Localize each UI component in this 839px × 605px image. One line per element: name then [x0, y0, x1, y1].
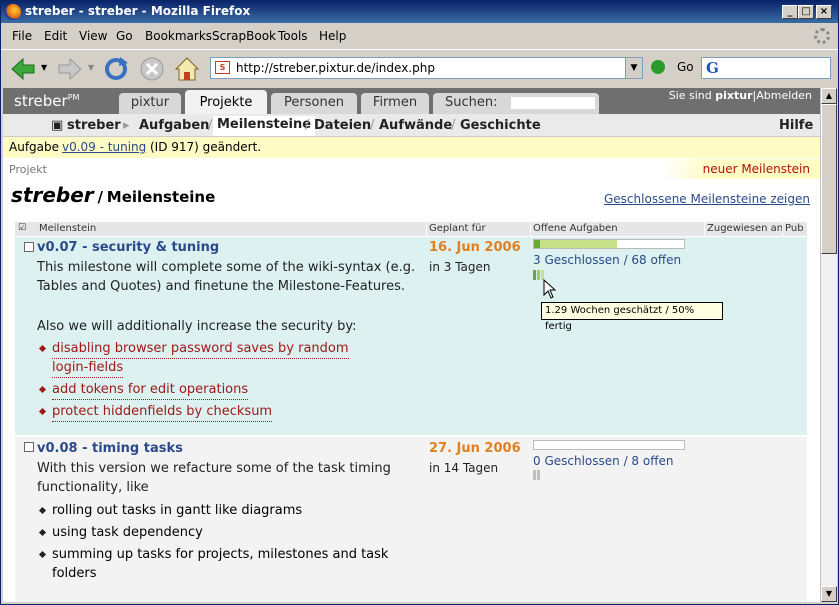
progress-bar — [533, 440, 685, 450]
back-arrow-icon[interactable] — [9, 55, 37, 83]
page-title: streber / Meilensteine — [11, 183, 216, 207]
wiki-link[interactable]: login-fields — [52, 358, 124, 378]
window-title: streber - streber - Mozilla Firefox — [25, 4, 251, 18]
notice-bar: Aufgabe v0.09 - tuning (ID 917) geändert… — [3, 137, 820, 158]
menu-scrapbook[interactable]: ScrapBook — [212, 29, 276, 43]
go-arrow-icon — [651, 60, 665, 74]
wiki-link[interactable]: add tokens for edit operations — [52, 380, 249, 400]
google-icon: G — [706, 59, 719, 77]
nav-aufwaende[interactable]: Aufwände — [379, 118, 452, 133]
scrollbar-thumb[interactable] — [821, 104, 837, 254]
page-content: streberPM pixtur Projekte Personen Firme… — [3, 88, 820, 602]
progress-done — [534, 240, 540, 248]
search-engine-field[interactable]: G — [701, 57, 831, 79]
milestone-title[interactable]: v0.07 - security & tuning — [37, 240, 219, 255]
help-link[interactable]: Hilfe — [779, 118, 813, 133]
app-header: streberPM pixtur Projekte Personen Firme… — [3, 88, 820, 114]
url-field[interactable]: S http://streber.pixtur.de/index.php ▼ — [210, 57, 643, 79]
url-text: http://streber.pixtur.de/index.php — [236, 61, 435, 75]
project-link[interactable]: streber — [67, 118, 121, 133]
select-all-icon[interactable]: ☑ — [18, 223, 26, 233]
col-zugewiesen[interactable]: Zugewiesen an — [707, 223, 783, 234]
title-bar: streber - streber - Mozilla Firefox _ □ … — [1, 1, 838, 23]
menu-view[interactable]: View — [79, 29, 107, 43]
menu-edit[interactable]: Edit — [44, 29, 67, 43]
bullet-icon — [38, 550, 47, 559]
url-dropdown-icon[interactable]: ▼ — [625, 58, 642, 78]
maximize-button[interactable]: □ — [798, 5, 814, 19]
col-meilenstein[interactable]: Meilenstein — [39, 223, 96, 234]
closed-milestones-link[interactable]: Geschlossene Meilensteine zeigen — [604, 192, 810, 206]
menu-file[interactable]: File — [12, 29, 32, 43]
user-info: Sie sind pixtur|Abmelden — [668, 89, 812, 102]
home-icon[interactable] — [173, 55, 201, 83]
menu-tools[interactable]: Tools — [278, 29, 308, 43]
task-count-link[interactable]: 0 Geschlossen / 8 offen — [533, 454, 673, 468]
menu-bookmarks[interactable]: Bookmarks — [145, 29, 212, 43]
browser-window: streber - streber - Mozilla Firefox _ □ … — [0, 0, 839, 605]
menu-go[interactable]: Go — [116, 29, 133, 43]
tab-pixtur[interactable]: pixtur — [119, 93, 181, 114]
new-milestone-button[interactable]: neuer Meilenstein — [663, 159, 820, 179]
mouse-cursor-icon — [543, 279, 557, 299]
scroll-down-icon[interactable]: ▼ — [821, 586, 837, 602]
firefox-icon — [5, 4, 21, 20]
nav-meilensteine[interactable]: Meilensteine — [213, 116, 316, 136]
throbber-icon — [814, 28, 830, 44]
bullet-icon — [38, 528, 47, 537]
tab-projekte[interactable]: Projekte — [185, 90, 267, 114]
bullet-icon — [38, 344, 47, 353]
forward-arrow-icon[interactable] — [56, 55, 84, 83]
table-row: v0.08 - timing tasks With this version w… — [15, 437, 807, 602]
project-icon: ▣ — [51, 118, 64, 133]
progress-fill — [534, 240, 617, 248]
row-checkbox[interactable] — [24, 242, 34, 252]
days-remaining: in 14 Tagen — [429, 461, 499, 475]
table-row: v0.07 - security & tuning This milestone… — [15, 237, 807, 435]
col-offene-aufgaben[interactable]: Offene Aufgaben — [533, 223, 618, 234]
bullet-icon — [38, 407, 47, 416]
sub-navigation: ▣ streber ▸ Aufgaben / Meilensteine / Da… — [3, 114, 820, 137]
bullet-icon — [38, 385, 47, 394]
wiki-link[interactable]: protect hiddenfields by checksum — [52, 402, 273, 422]
progress-bar — [533, 239, 685, 249]
site-favicon: S — [215, 61, 230, 74]
search-input[interactable] — [511, 97, 595, 109]
back-dropdown-icon[interactable]: ▼ — [41, 63, 47, 72]
close-button[interactable]: × — [816, 5, 832, 19]
reload-icon[interactable] — [102, 55, 130, 83]
stop-icon[interactable] — [138, 55, 166, 83]
breadcrumb: Projekt — [9, 163, 47, 176]
menu-help[interactable]: Help — [319, 29, 346, 43]
user-name[interactable]: pixtur — [715, 89, 752, 102]
app-logo: streberPM — [14, 92, 80, 110]
logout-link[interactable]: Abmelden — [756, 89, 812, 102]
menu-bar: File Edit View Go Bookmarks ScrapBook To… — [1, 25, 838, 47]
tab-personen[interactable]: Personen — [271, 93, 357, 114]
milestone-title[interactable]: v0.08 - timing tasks — [37, 441, 183, 456]
days-remaining: in 3 Tagen — [429, 260, 491, 274]
table-header: ☑ Meilenstein Geplant für Offene Aufgabe… — [15, 222, 807, 236]
col-geplant[interactable]: Geplant für — [429, 223, 486, 234]
notice-task-link[interactable]: v0.09 - tuning — [62, 140, 146, 154]
scroll-up-icon[interactable]: ▲ — [821, 88, 837, 104]
breadcrumb-arrow-icon: ▸ — [123, 118, 130, 133]
forward-dropdown-icon[interactable]: ▼ — [88, 63, 94, 72]
planned-date: 16. Jun 2006 — [429, 240, 521, 255]
col-pub[interactable]: Pub — [785, 223, 804, 234]
tooltip: 1.29 Wochen geschätzt / 50% fertig — [541, 302, 723, 332]
nav-aufgaben[interactable]: Aufgaben — [139, 118, 209, 133]
task-count-link[interactable]: 3 Geschlossen / 68 offen — [533, 253, 681, 267]
tab-firmen[interactable]: Firmen — [361, 93, 429, 114]
row-checkbox[interactable] — [24, 442, 34, 452]
bullet-icon — [38, 506, 47, 515]
minimize-button[interactable]: _ — [782, 5, 798, 19]
planned-date: 27. Jun 2006 — [429, 441, 521, 456]
nav-dateien[interactable]: Dateien — [314, 118, 371, 133]
vertical-scrollbar[interactable]: ▲ ▼ — [820, 88, 837, 602]
wiki-link[interactable]: disabling browser password saves by rand… — [52, 339, 349, 359]
nav-geschichte[interactable]: Geschichte — [460, 118, 541, 133]
